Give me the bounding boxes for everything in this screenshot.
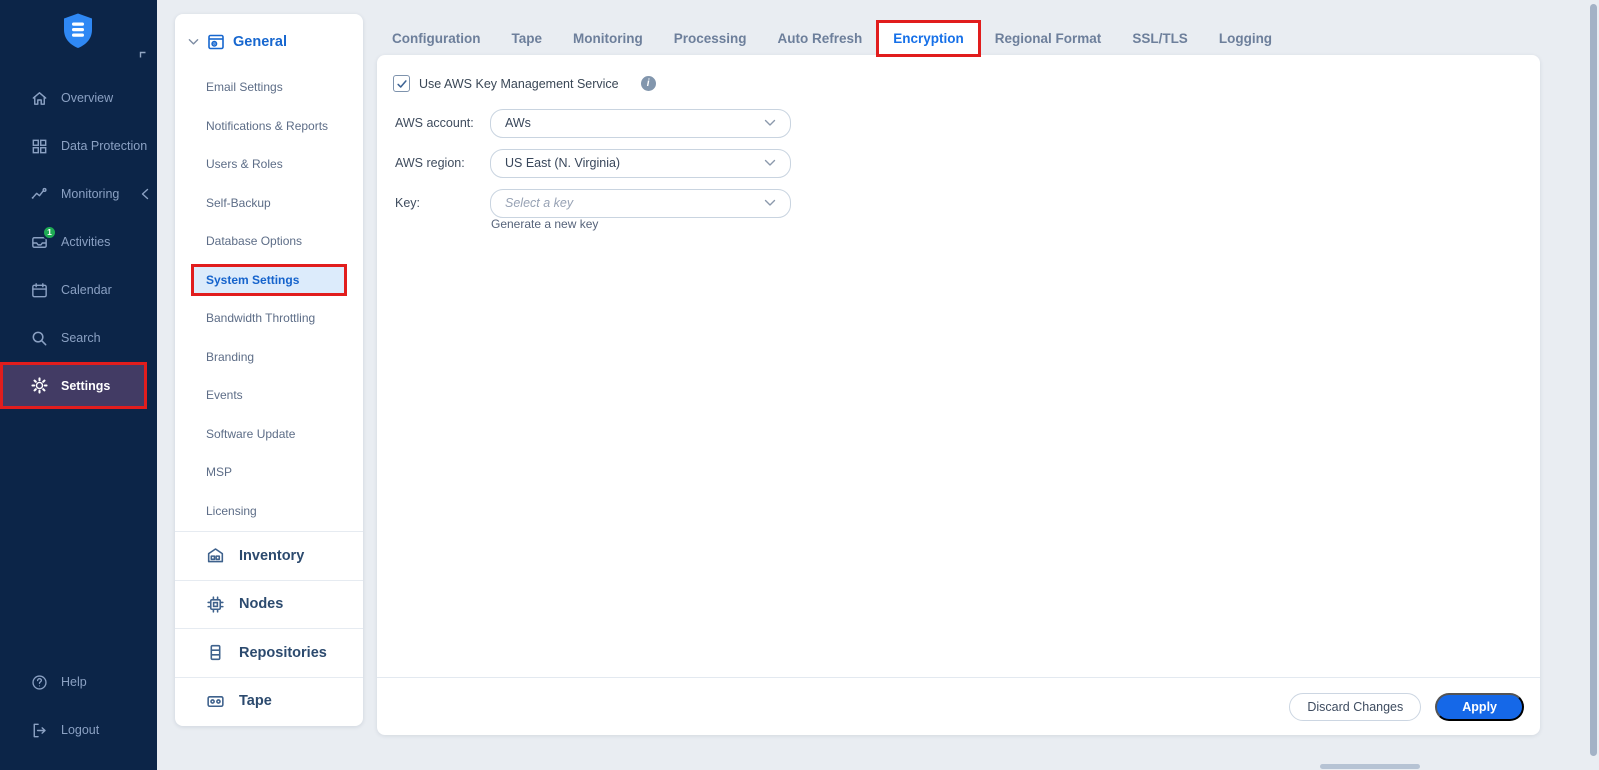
calendar-icon [30, 281, 49, 300]
settings-section-label: Inventory [239, 548, 304, 564]
encryption-settings-panel: Use AWS Key Management Service i AWS acc… [377, 55, 1540, 735]
sidebar-item-label: Help [61, 675, 87, 689]
settings-section-inventory[interactable]: Inventory [175, 531, 363, 580]
settings-item-msp[interactable]: MSP [175, 453, 363, 492]
gear-icon [30, 376, 49, 395]
horizontal-scrollbar[interactable] [1320, 764, 1420, 769]
aws-region-label: AWS region: [395, 156, 465, 170]
settings-item-software-update[interactable]: Software Update [175, 415, 363, 454]
settings-section-label: General [233, 34, 287, 50]
sidebar-item-data-protection[interactable]: Data Protection [0, 122, 157, 170]
settings-item-events[interactable]: Events [175, 376, 363, 415]
settings-section-repositories[interactable]: Repositories [175, 628, 363, 677]
info-icon[interactable]: i [641, 76, 656, 91]
app-logo-shield-icon [58, 11, 98, 51]
sidebar-item-label: Data Protection [61, 139, 147, 153]
sidebar-item-calendar[interactable]: Calendar [0, 266, 157, 314]
help-icon [30, 673, 49, 692]
settings-section-general[interactable]: General [188, 31, 287, 53]
tab-logging[interactable]: Logging [1219, 31, 1272, 46]
aws-region-dropdown[interactable]: US East (N. Virginia) [490, 149, 791, 178]
activities-count-badge: 1 [42, 225, 57, 240]
general-section-icon [206, 32, 226, 52]
key-label: Key: [395, 196, 420, 210]
tab-auto-refresh[interactable]: Auto Refresh [778, 31, 863, 46]
aws-region-value: US East (N. Virginia) [505, 156, 620, 170]
chart-icon [30, 185, 49, 204]
generate-new-key-link[interactable]: Generate a new key [491, 217, 598, 231]
key-dropdown[interactable]: Select a key [490, 189, 791, 218]
tab-processing[interactable]: Processing [674, 31, 747, 46]
sidebar-item-overview[interactable]: Overview [0, 74, 157, 122]
settings-item-self-backup[interactable]: Self-Backup [175, 184, 363, 223]
aws-account-dropdown[interactable]: AWs [490, 109, 791, 138]
actions-footer: Discard Changes Apply [377, 677, 1540, 735]
repositories-icon [205, 642, 226, 663]
tab-configuration[interactable]: Configuration [392, 31, 480, 46]
settings-nav-panel: General Email Settings Notifications & R… [175, 14, 363, 726]
settings-section-label: Tape [239, 693, 272, 709]
use-aws-kms-checkbox[interactable] [393, 75, 410, 92]
chevron-down-icon [188, 38, 199, 46]
settings-section-label: Nodes [239, 596, 283, 612]
sidebar-item-search[interactable]: Search [0, 314, 157, 362]
tab-regional-format[interactable]: Regional Format [995, 31, 1102, 46]
home-icon [30, 89, 49, 108]
settings-item-branding[interactable]: Branding [175, 338, 363, 377]
kms-checkbox-label: Use AWS Key Management Service [419, 77, 619, 91]
settings-section-tape[interactable]: Tape [175, 677, 363, 726]
inventory-icon [205, 545, 226, 566]
vertical-scrollbar[interactable] [1590, 4, 1597, 756]
sidebar-collapse-icon[interactable] [138, 50, 148, 60]
tab-monitoring[interactable]: Monitoring [573, 31, 643, 46]
tab-ssl-tls[interactable]: SSL/TLS [1132, 31, 1188, 46]
sidebar-item-label: Logout [61, 723, 99, 737]
sidebar-item-label: Overview [61, 91, 113, 105]
settings-section-nodes[interactable]: Nodes [175, 580, 363, 629]
logout-icon [30, 721, 49, 740]
aws-account-label: AWS account: [395, 116, 474, 130]
sidebar-item-help[interactable]: Help [0, 658, 157, 706]
settings-item-users-roles[interactable]: Users & Roles [175, 145, 363, 184]
sidebar-item-label: Monitoring [61, 187, 119, 201]
main-sidebar: Overview Data Protection Monitoring [0, 0, 157, 770]
settings-item-bandwidth-throttling[interactable]: Bandwidth Throttling [175, 299, 363, 338]
settings-tabs: Configuration Tape Monitoring Processing… [392, 24, 1272, 52]
sidebar-item-label: Calendar [61, 283, 112, 297]
tab-encryption[interactable]: Encryption [893, 31, 964, 46]
nodes-icon [205, 594, 226, 615]
settings-sections-list: Inventory Nodes Repositories [175, 531, 363, 725]
settings-item-notifications-reports[interactable]: Notifications & Reports [175, 107, 363, 146]
chevron-down-icon [764, 159, 776, 167]
sidebar-item-label: Search [61, 331, 101, 345]
settings-item-database-options[interactable]: Database Options [175, 222, 363, 261]
settings-item-email-settings[interactable]: Email Settings [175, 68, 363, 107]
settings-item-licensing[interactable]: Licensing [175, 492, 363, 531]
grid-icon [30, 137, 49, 156]
sidebar-item-activities[interactable]: 1 Activities [0, 218, 157, 266]
chevron-down-icon [764, 199, 776, 207]
settings-item-system-settings[interactable]: System Settings [191, 264, 347, 296]
discard-changes-button[interactable]: Discard Changes [1289, 693, 1421, 721]
aws-account-value: AWs [505, 116, 531, 130]
sidebar-item-label: Settings [61, 379, 110, 393]
sidebar-item-label: Activities [61, 235, 110, 249]
search-icon [30, 329, 49, 348]
key-placeholder: Select a key [505, 196, 573, 210]
inbox-icon: 1 [30, 233, 49, 252]
settings-section-label: Repositories [239, 645, 327, 661]
sidebar-item-logout[interactable]: Logout [0, 706, 157, 754]
chevron-down-icon [764, 119, 776, 127]
apply-button[interactable]: Apply [1435, 693, 1524, 721]
chevron-left-icon [141, 188, 149, 200]
tab-tape[interactable]: Tape [511, 31, 542, 46]
sidebar-item-settings[interactable]: Settings [0, 362, 147, 409]
tape-icon [205, 691, 226, 712]
sidebar-item-monitoring[interactable]: Monitoring [0, 170, 157, 218]
general-settings-list: Email Settings Notifications & Reports U… [175, 68, 363, 530]
kms-checkbox-row: Use AWS Key Management Service i [393, 75, 656, 92]
